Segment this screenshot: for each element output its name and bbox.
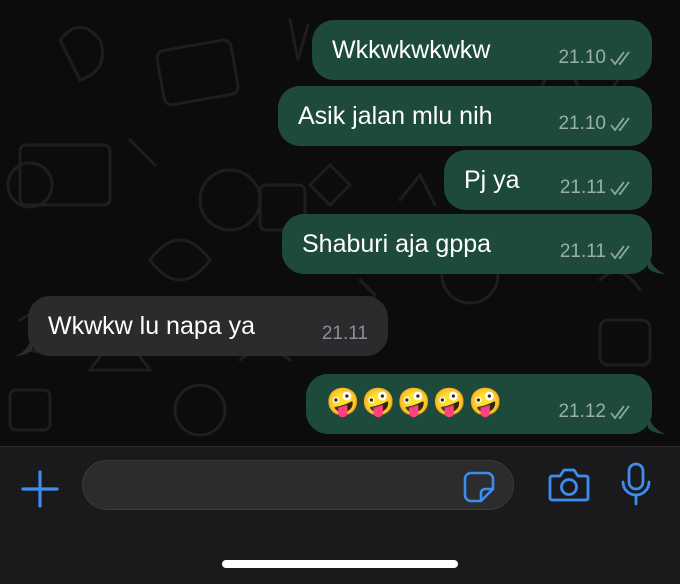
- bubble-tail: [648, 254, 666, 274]
- message-row: 🤪🤪🤪🤪🤪 21.12: [0, 374, 680, 434]
- outgoing-message-bubble[interactable]: Shaburi aja gppa 21.11: [282, 214, 652, 274]
- chat-area[interactable]: Wkkwkwkwkw 21.10 Asik jalan mlu nih 21.1…: [0, 0, 680, 446]
- message-text: Wkwkw lu napa ya: [48, 312, 256, 340]
- home-indicator[interactable]: [222, 560, 458, 568]
- message-text: Asik jalan mlu nih: [298, 102, 493, 130]
- incoming-message-bubble[interactable]: Wkwkw lu napa ya 21.11: [28, 296, 388, 356]
- message-text: Pj ya: [464, 166, 520, 194]
- message-input[interactable]: [101, 471, 455, 501]
- camera-icon[interactable]: [548, 466, 590, 504]
- double-check-icon: [610, 245, 630, 260]
- double-check-icon: [610, 405, 630, 420]
- message-time: 21.10: [558, 113, 606, 134]
- bubble-tail: [14, 336, 32, 356]
- bubble-tail: [648, 414, 666, 434]
- double-check-icon: [610, 181, 630, 196]
- message-row: Wkwkw lu napa ya 21.11: [0, 296, 680, 356]
- sticker-icon[interactable]: [463, 471, 495, 503]
- message-text: Wkkwkwkwkw: [332, 36, 491, 64]
- outgoing-message-bubble[interactable]: Pj ya 21.11: [444, 150, 652, 210]
- message-time: 21.12: [558, 401, 606, 422]
- message-emoji-text: 🤪🤪🤪🤪🤪: [326, 387, 505, 417]
- outgoing-message-bubble[interactable]: Wkkwkwkwkw 21.10: [312, 20, 652, 80]
- message-row: Shaburi aja gppa 21.11: [0, 214, 680, 274]
- double-check-icon: [610, 51, 630, 66]
- message-row: Pj ya 21.11: [0, 150, 680, 210]
- message-row: Wkkwkwkwkw 21.10: [0, 20, 680, 80]
- message-time: 21.11: [559, 241, 606, 262]
- plus-icon[interactable]: [20, 469, 60, 509]
- message-text: Shaburi aja gppa: [302, 230, 492, 258]
- outgoing-message-bubble[interactable]: 🤪🤪🤪🤪🤪 21.12: [306, 374, 652, 434]
- microphone-icon[interactable]: [621, 462, 651, 506]
- outgoing-message-bubble[interactable]: Asik jalan mlu nih 21.10: [278, 86, 652, 146]
- message-input-field[interactable]: [82, 460, 514, 510]
- double-check-icon: [610, 117, 630, 132]
- message-time: 21.11: [559, 177, 606, 198]
- message-time: 21.11: [321, 323, 368, 344]
- message-time: 21.10: [558, 47, 606, 68]
- message-row: Asik jalan mlu nih 21.10: [0, 86, 680, 146]
